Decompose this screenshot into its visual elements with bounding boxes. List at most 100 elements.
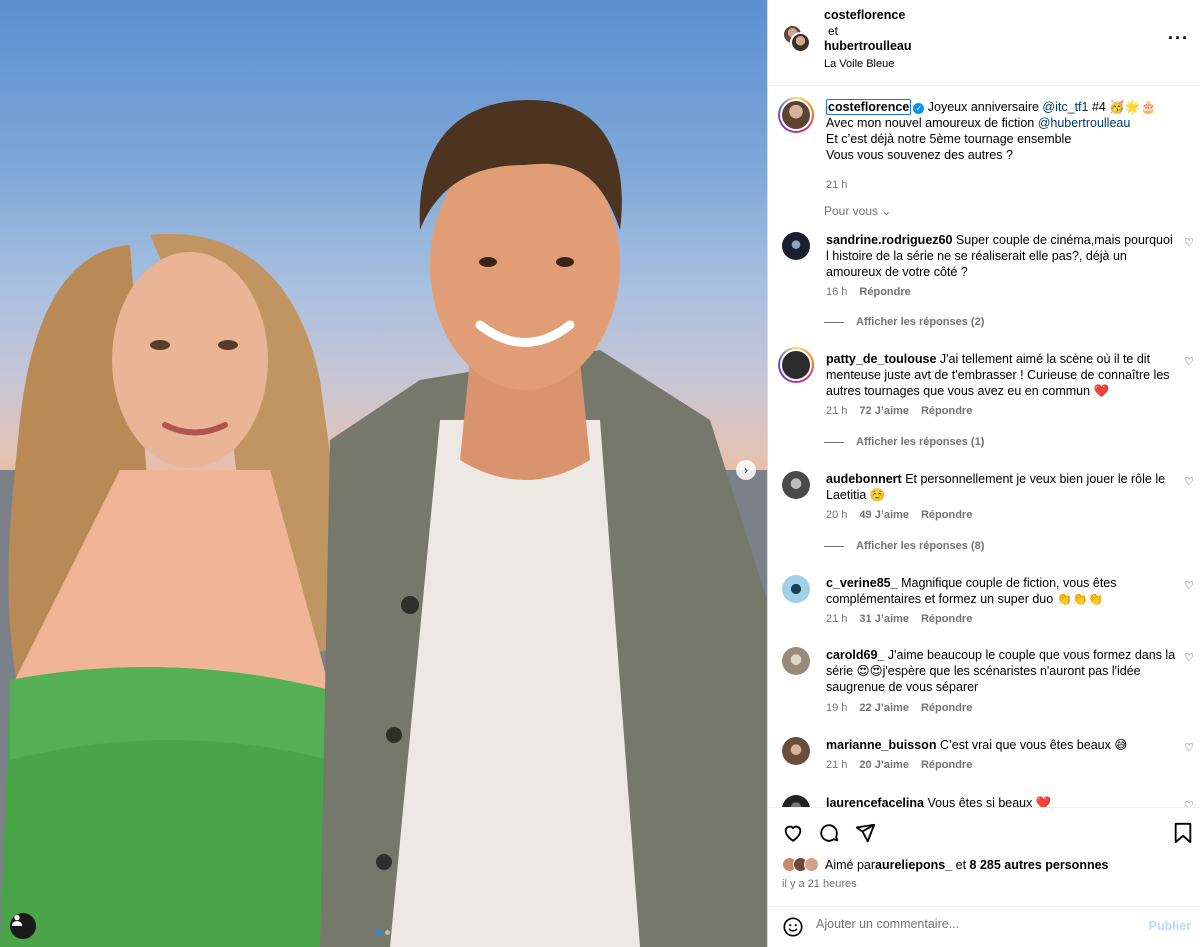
comment-time: 21 h (826, 405, 848, 417)
more-options-button[interactable]: ··· (1168, 28, 1189, 49)
comment-username[interactable]: marianne_buisson (826, 738, 936, 752)
avatar[interactable] (782, 647, 810, 675)
caption-line1: Joyeux anniversaire (927, 100, 1043, 114)
send-icon (855, 823, 876, 843)
heart-icon[interactable]: ♡ (1184, 651, 1194, 664)
post-panel: costeflorence et hubertroulleau La Voile… (767, 0, 1200, 947)
reply-button[interactable]: Répondre (859, 286, 910, 298)
divider (824, 441, 844, 443)
comment-likes[interactable]: 72 J’aime (859, 405, 909, 417)
liked-by-avatars (782, 857, 819, 872)
emoji-button[interactable] (782, 916, 804, 941)
reply-button[interactable]: Répondre (921, 509, 972, 521)
comment-meta: 21 h 72 J’aime Répondre (826, 405, 972, 417)
comments-scroll[interactable]: costeflorence ✓ Joyeux anniversaire @itc_… (768, 87, 1200, 807)
view-replies-button[interactable]: Afficher les réponses (1) (824, 436, 984, 448)
comment-username[interactable]: c_verine85_ (826, 576, 898, 590)
caption-line2: Avec mon nouvel amoureux de fiction (826, 116, 1038, 130)
comment-username[interactable]: audebonnert (826, 472, 902, 486)
comment-likes[interactable]: 20 J’aime (859, 759, 909, 771)
avatar[interactable] (782, 795, 810, 807)
likes-count[interactable]: 8 285 autres personnes (970, 858, 1109, 872)
comment-likes[interactable]: 31 J’aime (859, 613, 909, 625)
mention-link[interactable]: @itc_tf1 (1042, 100, 1088, 114)
view-replies-label: Afficher les réponses (1) (856, 436, 985, 448)
comment-time: 20 h (826, 509, 848, 521)
comment-likes[interactable]: 49 J’aime (859, 509, 909, 521)
comment-sort-dropdown[interactable]: Pour vous ⌄ (824, 204, 891, 218)
woman-eye-right (218, 340, 238, 350)
comment-username[interactable]: sandrine.rodriguez60 (826, 233, 952, 247)
caption-avatar[interactable] (778, 97, 814, 133)
avatar[interactable] (782, 232, 810, 260)
comment-username[interactable]: patty_de_toulouse (826, 352, 936, 366)
post-photo[interactable]: › (0, 0, 767, 947)
avatar[interactable] (782, 737, 810, 765)
chevron-down-icon: ⌄ (881, 204, 892, 218)
heart-icon[interactable]: ♡ (1184, 236, 1194, 249)
action-icons (782, 822, 876, 847)
comment-text: audebonnert Et personnellement je veux b… (826, 471, 1176, 503)
liked-by-mid: et (952, 857, 970, 872)
caption-username[interactable]: costeflorence (826, 99, 912, 115)
liked-by-user[interactable]: aureliepons_ (875, 858, 952, 872)
man-eye-right (556, 257, 574, 267)
jacket-button (376, 854, 392, 870)
publish-button[interactable]: Publier (1149, 919, 1191, 933)
share-button[interactable] (854, 822, 876, 847)
location-link[interactable]: La Voile Bleue (824, 57, 912, 73)
avatar[interactable] (782, 575, 810, 603)
more-horizontal-icon: ··· (1168, 28, 1189, 48)
comment-meta: 20 h 49 J’aime Répondre (826, 509, 972, 521)
heart-icon[interactable]: ♡ (1184, 799, 1194, 807)
heart-icon[interactable]: ♡ (1184, 579, 1194, 592)
tagged-users-button[interactable] (10, 913, 36, 939)
comment-text: sandrine.rodriguez60 Super couple de cin… (826, 232, 1176, 280)
jacket-button (386, 727, 402, 743)
heart-icon[interactable]: ♡ (1184, 475, 1194, 488)
comment-username[interactable]: laurencefacelina (826, 796, 924, 807)
comment-time: 19 h (826, 702, 848, 714)
sort-label: Pour vous (824, 204, 879, 218)
reply-button[interactable]: Répondre (921, 405, 972, 417)
comment-time: 16 h (826, 286, 848, 298)
like-button[interactable] (782, 822, 804, 847)
liked-by-prefix: Aimé par (825, 857, 876, 872)
reply-button[interactable]: Répondre (921, 759, 972, 771)
heart-icon[interactable]: ♡ (1184, 741, 1194, 754)
collab-avatars[interactable] (782, 24, 814, 56)
avatar (790, 32, 811, 53)
user-tag-icon (11, 915, 23, 926)
heart-icon (784, 825, 802, 842)
author-block: costeflorence et hubertroulleau La Voile… (824, 8, 912, 72)
avatar[interactable] (782, 471, 810, 499)
comment-text: carold69_ J'aime beaucoup le couple que … (826, 647, 1176, 695)
comment-text: laurencefacelina Vous êtes si beaux ❤️ (826, 795, 1176, 807)
carousel-next-button[interactable]: › (736, 460, 756, 480)
comment-meta: 21 h 20 J’aime Répondre (826, 759, 972, 771)
liked-by: Aimé par aureliepons_ et 8 285 autres pe… (782, 857, 1109, 872)
avatar[interactable] (778, 347, 814, 383)
save-button[interactable] (1173, 822, 1193, 847)
comment-username[interactable]: carold69_ (826, 648, 884, 662)
view-replies-button[interactable]: Afficher les réponses (2) (824, 316, 984, 328)
divider (824, 321, 844, 323)
reply-button[interactable]: Répondre (921, 702, 972, 714)
avatar-image (780, 349, 812, 381)
comment-input[interactable] (816, 917, 1136, 931)
comment-text: c_verine85_ Magnifique couple de fiction… (826, 575, 1176, 607)
view-replies-button[interactable]: Afficher les réponses (8) (824, 540, 984, 552)
mention-link[interactable]: @hubertroulleau (1038, 116, 1131, 130)
comment-meta: 21 h 31 J’aime Répondre (826, 613, 972, 625)
author-username[interactable]: costeflorence (824, 8, 912, 24)
post-timestamp: il y a 21 heures (782, 878, 857, 890)
heart-icon[interactable]: ♡ (1184, 355, 1194, 368)
carousel-dot (385, 930, 390, 935)
comment-likes[interactable]: 22 J’aime (859, 702, 909, 714)
comment-button[interactable] (818, 822, 840, 847)
caption-text: costeflorence ✓ Joyeux anniversaire @itc_… (826, 99, 1186, 163)
reply-button[interactable]: Répondre (921, 613, 972, 625)
coauthor-username[interactable]: hubertroulleau (824, 39, 912, 55)
author-separator: et (828, 23, 839, 38)
comment-body: C’est vrai que vous êtes beaux 😅 (939, 738, 1128, 752)
